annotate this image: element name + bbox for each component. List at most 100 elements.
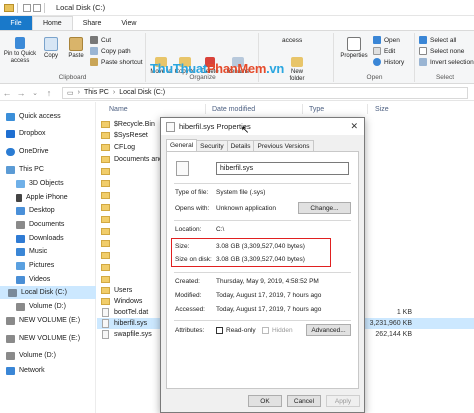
new-folder-quick-icon[interactable]	[33, 3, 41, 12]
nav-downloads[interactable]: Downloads	[0, 232, 96, 245]
size-on-disk-value: 3.08 GB (3,309,527,040 bytes)	[216, 256, 305, 263]
change-button[interactable]: Change...	[298, 202, 351, 214]
nav-label: Quick access	[19, 113, 61, 120]
nav-dropbox[interactable]: Dropbox	[0, 127, 96, 140]
history-button[interactable]: History	[373, 58, 404, 66]
up-arrow-icon[interactable]: ↑	[42, 88, 56, 98]
address-box[interactable]: ▭ › This PC › Local Disk (C:)	[62, 86, 468, 99]
ribbon: Pin to Quick access Copy Paste Cut Copy …	[0, 31, 474, 84]
file-icon	[176, 161, 189, 176]
cancel-button[interactable]: Cancel	[287, 395, 321, 407]
checkbox-box	[216, 327, 223, 334]
checkbox-box	[262, 327, 269, 334]
nav-volume-d[interactable]: Volume (D:)	[0, 300, 96, 313]
computer-icon	[6, 165, 15, 174]
breadcrumb-local-disk[interactable]: Local Disk (C:)	[119, 89, 165, 96]
dialog-title-bar[interactable]: hiberfil.sys Properties ↖ ✕	[161, 118, 364, 136]
tab-view[interactable]: View	[111, 16, 146, 30]
folder-icon	[101, 144, 110, 151]
tab-share[interactable]: Share	[73, 16, 112, 30]
nav-local-disk-c[interactable]: Local Disk (C:)	[0, 286, 96, 299]
column-header-date[interactable]: Date modified	[212, 102, 255, 116]
edit-label: Edit	[384, 47, 396, 55]
nav-volume-d-2[interactable]: Volume (D:)	[0, 349, 96, 362]
nav-new-volume-e-2[interactable]: NEW VOLUME (E:)	[0, 332, 96, 345]
file-name: bootTel.dat	[114, 309, 149, 316]
column-separator-2[interactable]	[302, 104, 303, 114]
nav-this-pc[interactable]: This PC	[0, 163, 96, 176]
close-icon[interactable]: ✕	[350, 121, 358, 132]
column-separator-3[interactable]	[367, 104, 368, 114]
drive-icon	[6, 316, 15, 325]
file-name: $Recycle.Bin	[114, 121, 155, 128]
edit-button[interactable]: Edit	[373, 47, 395, 55]
title-separator-2	[44, 2, 45, 13]
nav-label: Volume (D:)	[29, 303, 66, 310]
dialog-title: hiberfil.sys Properties	[179, 122, 251, 131]
advanced-button[interactable]: Advanced...	[306, 324, 351, 336]
folder-icon	[101, 180, 110, 187]
back-arrow-icon[interactable]: ←	[0, 88, 14, 98]
nav-quick-access[interactable]: Quick access	[0, 110, 96, 123]
open-group: Properties Open Edit History Open	[335, 33, 415, 82]
paste-shortcut-button[interactable]: Paste shortcut	[90, 58, 143, 66]
nav-onedrive[interactable]: OneDrive	[0, 145, 96, 158]
select-none-label: Select none	[430, 47, 465, 55]
file-name: swapfile.sys	[114, 331, 152, 338]
select-none-button[interactable]: Select none	[419, 47, 464, 55]
folder-icon	[101, 276, 110, 283]
filename-field[interactable]: hiberfil.sys	[216, 162, 349, 175]
copy-path-icon	[90, 47, 98, 55]
video-icon	[16, 275, 25, 284]
nav-videos[interactable]: Videos	[0, 273, 96, 286]
nav-music[interactable]: Music	[0, 245, 96, 258]
nav-network[interactable]: Network	[0, 364, 96, 377]
readonly-checkbox[interactable]: Read-only	[216, 327, 256, 334]
nav-new-volume-e[interactable]: NEW VOLUME (E:)	[0, 314, 96, 327]
folder-icon	[101, 252, 110, 259]
column-header-type[interactable]: Type	[309, 102, 324, 116]
select-all-button[interactable]: Select all	[419, 36, 456, 44]
nav-label: NEW VOLUME (E:)	[19, 317, 81, 324]
tab-file[interactable]: File	[0, 16, 32, 30]
easy-access-button[interactable]: access	[282, 37, 302, 44]
watermark-part-b: PhanMem	[206, 61, 267, 76]
drive-icon	[16, 302, 25, 311]
tab-details[interactable]: Details	[226, 140, 255, 151]
star-icon	[6, 112, 15, 121]
breadcrumb-this-pc[interactable]: This PC	[84, 89, 109, 96]
column-header-size[interactable]: Size	[375, 102, 389, 116]
select-all-label: Select all	[430, 36, 457, 44]
divider-2	[174, 220, 351, 221]
tab-previous-versions[interactable]: Previous Versions	[253, 140, 314, 151]
copy-button[interactable]: Copy	[40, 37, 62, 60]
title-bar: Local Disk (C:)	[0, 0, 474, 16]
recent-chevron-icon[interactable]: ⌄	[28, 89, 42, 97]
copy-path-button[interactable]: Copy path	[90, 47, 131, 55]
column-header-name[interactable]: Name	[109, 102, 128, 116]
paste-icon	[69, 37, 83, 51]
new-folder-button[interactable]: New folder	[284, 57, 310, 83]
nav-3d-objects[interactable]: 3D Objects	[0, 177, 96, 190]
file-name: $SysReset	[114, 132, 148, 139]
file-name: Users	[114, 287, 133, 294]
nav-documents[interactable]: Documents	[0, 218, 96, 231]
folder-icon	[101, 298, 110, 305]
paste-button[interactable]: Paste	[64, 37, 88, 60]
column-separator[interactable]	[205, 104, 206, 114]
tab-general[interactable]: General	[166, 139, 198, 151]
forward-arrow-icon[interactable]: →	[14, 88, 28, 98]
invert-selection-button[interactable]: Invert selection	[419, 58, 474, 66]
cut-button[interactable]: Cut	[90, 36, 111, 44]
nav-desktop[interactable]: Desktop	[0, 204, 96, 217]
ok-button[interactable]: OK	[248, 395, 282, 407]
open-button[interactable]: Open	[373, 36, 400, 44]
properties-quick-icon[interactable]	[23, 3, 31, 12]
pin-button[interactable]: Pin to Quick access	[2, 37, 38, 65]
properties-button[interactable]: Properties	[337, 37, 371, 60]
nav-pictures[interactable]: Pictures	[0, 259, 96, 272]
tab-home[interactable]: Home	[32, 16, 73, 30]
opens-with-value: Unknown application	[216, 205, 276, 212]
tab-security[interactable]: Security	[196, 140, 228, 151]
nav-apple-iphone[interactable]: Apple iPhone	[0, 191, 96, 204]
